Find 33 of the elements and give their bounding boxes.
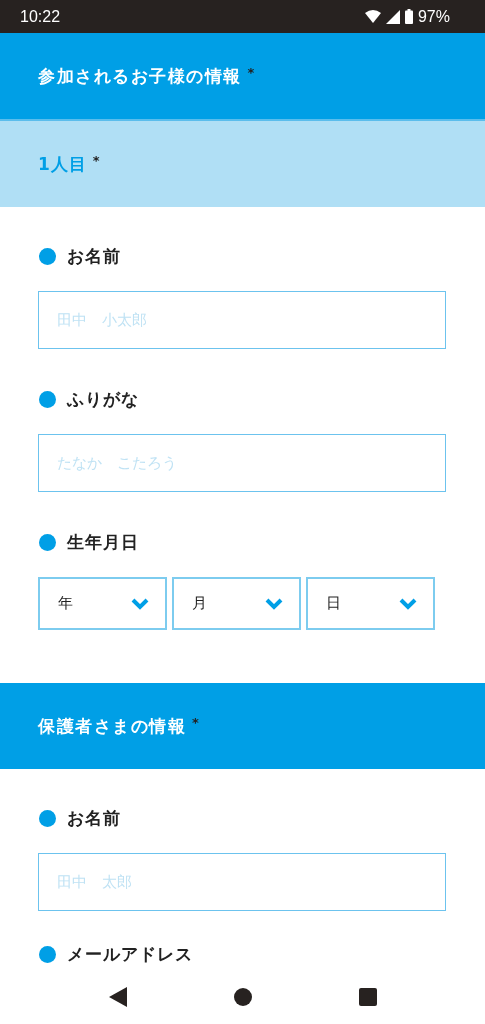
section-title: 保護者さまの情報 [38, 714, 186, 738]
battery-icon [404, 9, 413, 24]
field-label: ふりがな [67, 387, 139, 411]
wifi-icon [364, 10, 381, 23]
signal-icon [385, 9, 400, 24]
chevron-down-icon [131, 597, 149, 610]
input-field[interactable]: 田中 太郎 [38, 853, 446, 911]
required-mark: * [247, 64, 255, 80]
dropdown[interactable]: 月 [172, 577, 301, 630]
subsection-title: 1人目 [38, 152, 87, 176]
bullet-icon [39, 390, 56, 408]
battery-level: 97% [417, 7, 450, 26]
bullet-icon [39, 247, 56, 265]
required-mark: * [192, 714, 199, 730]
bullet-icon [39, 945, 56, 963]
dropdown[interactable]: 日 [306, 577, 435, 630]
required-mark: * [92, 152, 100, 168]
input-field[interactable]: たなか こたろう [38, 434, 446, 492]
section-title: 参加されるお子様の情報 [38, 64, 242, 88]
dropdown[interactable]: 年 [38, 577, 167, 630]
bullet-icon [39, 809, 56, 827]
field-label: メールアドレス [67, 942, 193, 966]
field-label: お名前 [67, 244, 121, 268]
bullet-icon [39, 533, 56, 551]
chevron-down-icon [265, 597, 283, 610]
field-label: 生年月日 [67, 530, 139, 554]
chevron-down-icon [399, 597, 417, 610]
home-icon[interactable] [233, 988, 252, 1006]
back-icon[interactable] [108, 987, 127, 1007]
recents-icon[interactable] [358, 988, 377, 1006]
field-label: お名前 [67, 806, 121, 830]
clock: 10:22 [20, 7, 61, 26]
input-field[interactable]: 田中 小太郎 [38, 291, 446, 349]
